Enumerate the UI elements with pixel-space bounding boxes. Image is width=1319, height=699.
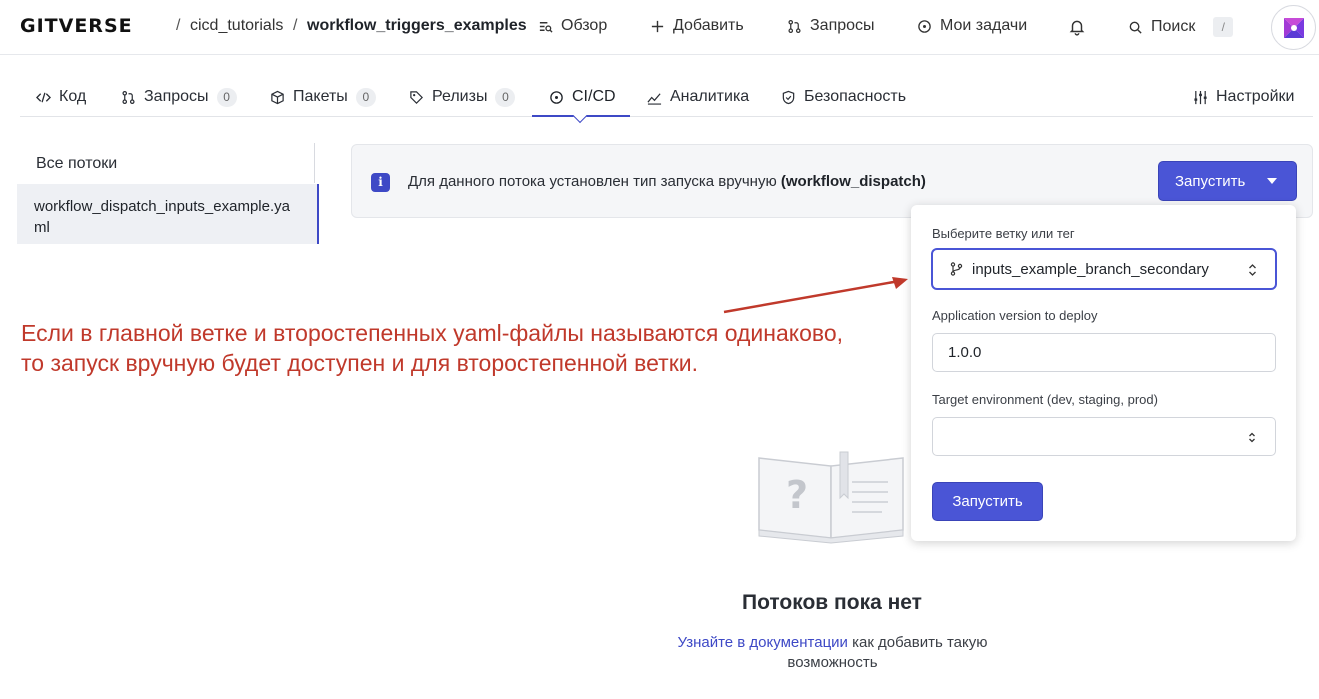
chart-line-icon <box>647 92 662 105</box>
breadcrumb-owner[interactable]: cicd_tutorials <box>190 17 283 35</box>
tab-security-label: Безопасность <box>804 88 907 105</box>
docs-link[interactable]: Узнайте в документации <box>678 634 848 651</box>
run-button-label: Запустить <box>1175 172 1246 190</box>
branch-label: Выберите ветку или тег <box>932 226 1075 241</box>
select-arrows-icon <box>1249 264 1256 276</box>
nav-requests[interactable]: Запросы <box>787 17 875 35</box>
empty-book-illustration: ? <box>758 451 904 544</box>
nav-overview-label: Обзор <box>561 17 608 34</box>
nav-overview[interactable]: Обзор <box>538 17 607 35</box>
run-workflow-dropdown-button[interactable]: Запустить <box>1158 161 1297 201</box>
gitverse-logo[interactable]: GITVERSE <box>20 15 133 37</box>
tab-analytics[interactable]: Аналитика <box>647 87 749 107</box>
nav-tasks[interactable]: Мои задачи <box>917 17 1027 35</box>
tab-analytics-label: Аналитика <box>670 88 750 105</box>
tag-icon <box>410 90 423 104</box>
active-tab-caret <box>572 108 588 124</box>
tab-packages[interactable]: Пакеты 0 <box>270 87 376 107</box>
version-label: Application version to deploy <box>932 308 1098 323</box>
sidebar-item-all-workflows[interactable]: Все потоки <box>36 155 117 173</box>
branch-select-value: inputs_example_branch_secondary <box>972 260 1209 278</box>
workflow-sidebar: Все потоки workflow_dispatch_inputs_exam… <box>17 143 319 244</box>
tab-cicd[interactable]: CI/CD <box>549 87 616 107</box>
code-icon <box>36 92 51 102</box>
sliders-icon <box>1194 90 1207 104</box>
tab-code-label: Код <box>59 88 87 105</box>
empty-title-text: Потоков пока нет <box>742 591 922 614</box>
shield-icon <box>782 90 795 104</box>
tab-packages-label: Пакеты <box>293 88 348 105</box>
nav-requests-label: Запросы <box>810 17 875 34</box>
avatar-logo-icon <box>1283 17 1304 38</box>
empty-state-text: Узнайте в документации как добавить таку… <box>660 633 1005 673</box>
nav-tasks-label: Мои задачи <box>940 17 1028 34</box>
branch-icon <box>950 262 963 276</box>
annotation-line-2: то запуск вручную будет доступен и для в… <box>21 350 698 376</box>
avatar[interactable] <box>1271 5 1316 50</box>
svg-text:?: ? <box>786 473 808 517</box>
caret-down-icon <box>1267 178 1278 184</box>
tab-requests[interactable]: Запросы 0 <box>121 87 237 107</box>
sidebar-divider <box>314 143 315 183</box>
search-shortcut-key: / <box>1213 17 1234 37</box>
tab-cicd-label: CI/CD <box>572 88 616 105</box>
breadcrumb-repo[interactable]: workflow_triggers_examples <box>307 17 527 35</box>
banner-trigger-type: (workflow_dispatch) <box>780 173 926 190</box>
run-workflow-panel: Выберите ветку или тег inputs_example_br… <box>911 205 1296 541</box>
branch-select[interactable]: inputs_example_branch_secondary <box>931 248 1277 290</box>
play-circle-icon <box>550 90 563 104</box>
info-icon: i <box>371 173 390 192</box>
banner-text: Для данного потока установлен тип запуск… <box>408 173 781 190</box>
nav-search-label: Поиск <box>1151 18 1196 35</box>
bell-icon[interactable] <box>1068 18 1086 36</box>
tab-settings[interactable]: Настройки <box>1193 87 1294 107</box>
annotation-line-1: Если в главной ветке и второстепенных ya… <box>21 320 844 346</box>
version-input[interactable]: 1.0.0 <box>932 333 1276 372</box>
tab-requests-count: 0 <box>216 87 237 107</box>
breadcrumb-separator: / <box>176 17 181 34</box>
plus-icon <box>651 20 664 32</box>
annotation-arrow-icon <box>723 277 908 314</box>
environment-label: Target environment (dev, staging, prod) <box>932 392 1158 407</box>
nav-add-label: Добавить <box>673 17 744 34</box>
top-header: GITVERSE / cicd_tutorials / workflow_tri… <box>0 0 1319 55</box>
repo-tabs: Код Запросы 0 Пакеты 0 Релизы 0 CI/CD Ан… <box>20 78 1313 124</box>
sidebar-item-selected-workflow[interactable]: workflow_dispatch_inputs_example.yaml <box>17 184 319 244</box>
overview-icon <box>539 21 553 33</box>
banner-message: Для данного потока установлен тип запуск… <box>408 173 926 190</box>
tab-packages-count: 0 <box>355 87 376 107</box>
nav-add[interactable]: Добавить <box>650 17 744 35</box>
annotation-text: Если в главной ветке и второстепенных ya… <box>21 318 901 378</box>
search-icon <box>1129 21 1142 34</box>
target-icon <box>918 19 931 33</box>
tab-releases-count: 0 <box>495 87 516 107</box>
tab-code[interactable]: Код <box>36 87 86 107</box>
pull-request-icon <box>122 90 135 104</box>
tab-requests-label: Запросы <box>144 88 209 105</box>
tab-security[interactable]: Безопасность <box>781 87 906 107</box>
tab-settings-label: Настройки <box>1216 88 1295 105</box>
tab-releases-label: Релизы <box>432 88 488 105</box>
tab-releases[interactable]: Релизы 0 <box>409 87 516 107</box>
environment-select[interactable] <box>932 417 1276 456</box>
pull-request-icon <box>788 19 801 33</box>
select-arrows-icon <box>1249 432 1255 443</box>
run-workflow-submit-button[interactable]: Запустить <box>932 482 1043 521</box>
nav-search[interactable]: Поиск / <box>1128 17 1234 37</box>
empty-state-title: Потоков пока нет <box>0 591 1319 615</box>
package-icon <box>271 90 284 104</box>
breadcrumb-separator: / <box>293 17 298 34</box>
version-input-value: 1.0.0 <box>948 344 982 361</box>
